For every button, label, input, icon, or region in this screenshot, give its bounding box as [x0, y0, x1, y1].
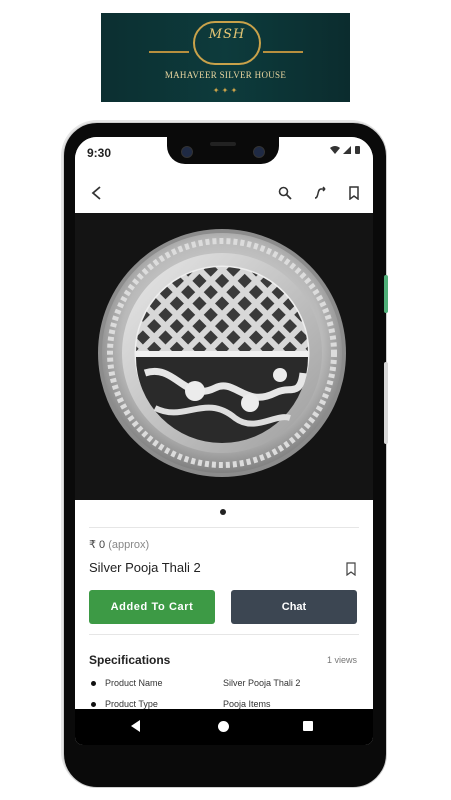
- product-image[interactable]: [75, 213, 373, 500]
- earpiece-speaker: [210, 142, 236, 146]
- home-circle-icon[interactable]: [218, 721, 229, 732]
- logo-ornament-bottom: ✦ ✦ ✦: [212, 86, 238, 95]
- spec-value: Silver Pooja Thali 2: [223, 678, 301, 688]
- product-title: Silver Pooja Thali 2: [89, 560, 201, 575]
- front-camera-right: [253, 146, 265, 158]
- product-price: ₹ 0 (approx): [89, 538, 149, 551]
- spec-value: Pooja Items: [223, 699, 271, 709]
- spec-key: Product Type: [105, 699, 158, 709]
- added-to-cart-button[interactable]: Added To Cart: [89, 590, 215, 624]
- spec-row: Product Name Silver Pooja Thali 2: [89, 678, 359, 692]
- chat-button[interactable]: Chat: [231, 590, 357, 624]
- back-arrow-icon[interactable]: [83, 179, 111, 207]
- specifications-heading: Specifications: [89, 653, 171, 667]
- camera-notch: [167, 137, 279, 164]
- divider: [89, 527, 359, 528]
- logo-brand-name: MAHAVEER SILVER HOUSE: [164, 70, 287, 80]
- spec-key: Product Name: [105, 678, 163, 688]
- wifi-icon: [330, 146, 340, 154]
- signal-icon: [343, 146, 351, 154]
- front-camera-left: [181, 146, 193, 158]
- views-count: 1 views: [326, 655, 357, 665]
- phone-screen: 9:30 ₹ 0 (approx) Silver Pooja Thali 2 A…: [75, 137, 373, 745]
- status-bar: 9:30: [75, 137, 373, 173]
- phone-volume-button: [384, 362, 388, 444]
- price-value: ₹ 0: [89, 539, 106, 551]
- bullet-icon: [91, 702, 96, 707]
- bullet-icon: [91, 681, 96, 686]
- app-bar: [75, 173, 373, 213]
- logo-ornament-left: [149, 51, 189, 53]
- back-triangle-icon[interactable]: [131, 720, 140, 732]
- system-nav-bar: [75, 709, 373, 745]
- status-time: 9:30: [87, 146, 112, 160]
- status-icons: [329, 145, 363, 158]
- search-icon[interactable]: [271, 179, 299, 207]
- logo-ornament-right: [263, 51, 303, 53]
- share-icon[interactable]: [306, 179, 334, 207]
- save-bookmark-icon[interactable]: [345, 562, 357, 577]
- price-note: (approx): [108, 539, 150, 551]
- divider: [89, 634, 359, 635]
- brand-logo-banner: MSH MAHAVEER SILVER HOUSE ✦ ✦ ✦: [101, 13, 350, 102]
- bookmark-icon[interactable]: [340, 179, 368, 207]
- thali-plate: [98, 229, 346, 477]
- carousel-dot-indicator[interactable]: [220, 509, 226, 515]
- battery-icon: [355, 146, 360, 154]
- recents-square-icon[interactable]: [303, 721, 313, 731]
- phone-side-button-accent: [384, 275, 388, 313]
- logo-monogram: MSH: [208, 27, 246, 42]
